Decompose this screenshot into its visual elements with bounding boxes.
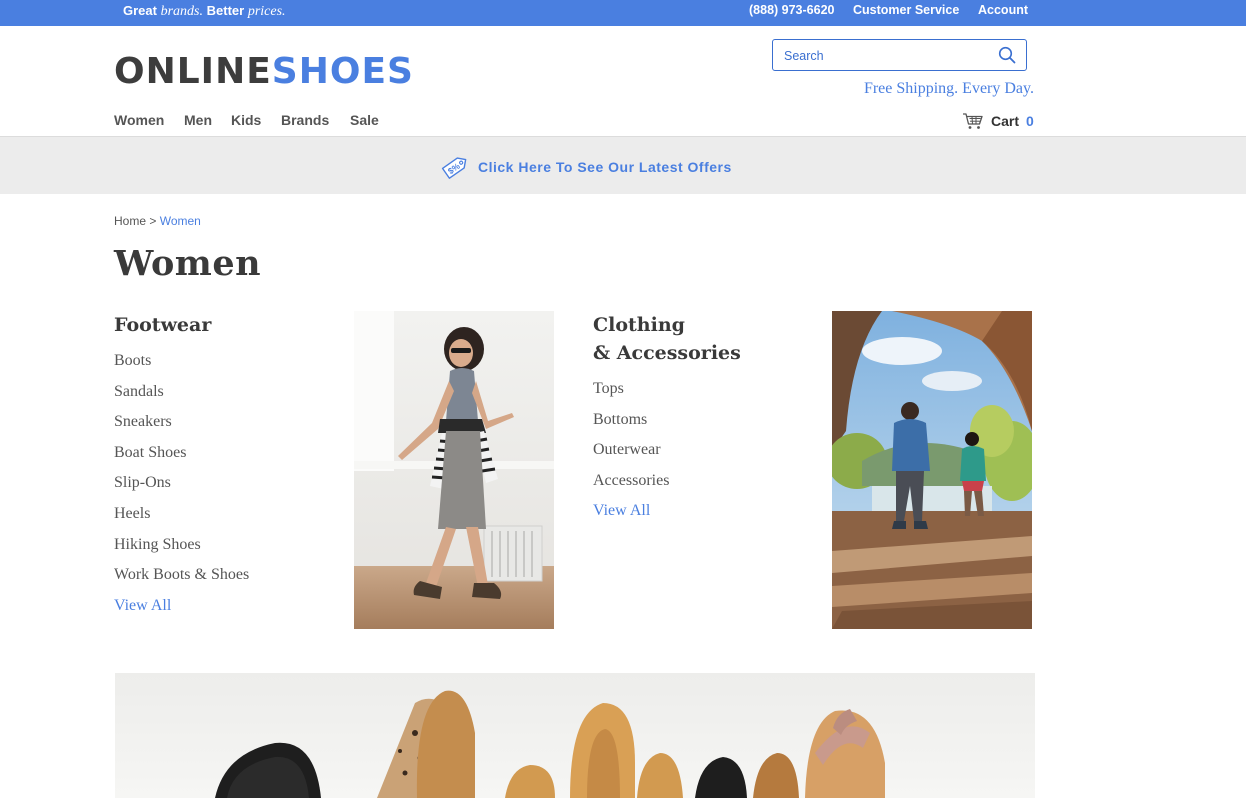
tagline: Great brands. Better prices. (123, 3, 286, 20)
footwear-link-sneakers[interactable]: Sneakers (114, 413, 172, 431)
nav-kids[interactable]: Kids (231, 112, 261, 128)
price-tag-icon: $% (438, 152, 472, 187)
breadcrumb: Home > Women (114, 214, 201, 228)
search-box[interactable] (772, 39, 1027, 71)
logo-part-online: ONLINE (114, 51, 272, 92)
cart-label: Cart (991, 113, 1020, 129)
footwear-link-slip-ons[interactable]: Slip-Ons (114, 474, 171, 492)
clothing-link-tops[interactable]: Tops (593, 380, 624, 398)
breadcrumb-current[interactable]: Women (160, 214, 201, 228)
footwear-link-boots[interactable]: Boots (114, 352, 151, 370)
tagline-great: Great (123, 3, 157, 18)
latest-offers-text: Click Here To See Our Latest Offers (478, 159, 732, 175)
nav-brands[interactable]: Brands (281, 112, 329, 128)
customer-service-link[interactable]: Customer Service (853, 3, 959, 17)
top-bar: Great brands. Better prices. (888) 973-6… (0, 0, 1246, 26)
breadcrumb-separator: > (149, 214, 157, 228)
footwear-link-hiking-shoes[interactable]: Hiking Shoes (114, 536, 201, 554)
cart-icon (962, 112, 984, 135)
breadcrumb-home[interactable]: Home (114, 214, 146, 228)
clothing-heading: Clothing & Accessories (593, 311, 741, 367)
tagline-prices: prices. (247, 4, 286, 19)
nav-men[interactable]: Men (184, 112, 212, 128)
clothing-view-all-link[interactable]: View All (593, 502, 650, 520)
account-link[interactable]: Account (978, 3, 1028, 17)
footwear-link-work-boots[interactable]: Work Boots & Shoes (114, 566, 249, 584)
footwear-heading: Footwear (114, 314, 212, 336)
footwear-link-boat-shoes[interactable]: Boat Shoes (114, 444, 186, 462)
sandals-banner[interactable] (115, 673, 1035, 798)
footwear-view-all-link[interactable]: View All (114, 597, 171, 615)
women-clothing-photo[interactable] (832, 311, 1032, 629)
footwear-link-heels[interactable]: Heels (114, 505, 150, 523)
offer-strip: $% Click Here To See Our Latest Offers (0, 136, 1246, 194)
page-title: Women (114, 243, 262, 284)
search-input[interactable] (782, 46, 986, 66)
logo-part-shoes: SHOES (271, 51, 414, 92)
tagline-brands: brands. (160, 4, 203, 19)
tagline-better: Better (206, 3, 245, 18)
nav-sale[interactable]: Sale (350, 112, 379, 128)
clothing-link-outerwear[interactable]: Outerwear (593, 441, 661, 459)
free-shipping-text: Free Shipping. Every Day. (863, 80, 1034, 97)
footwear-link-sandals[interactable]: Sandals (114, 383, 164, 401)
search-icon[interactable] (998, 46, 1016, 64)
clothing-heading-line1: Clothing (593, 314, 685, 336)
nav-women[interactable]: Women (114, 112, 164, 128)
clothing-link-bottoms[interactable]: Bottoms (593, 411, 647, 429)
phone-link[interactable]: (888) 973-6620 (749, 3, 834, 17)
clothing-link-accessories[interactable]: Accessories (593, 472, 669, 490)
site-logo[interactable]: ONLINESHOES (114, 52, 414, 92)
women-footwear-photo[interactable] (354, 311, 554, 629)
clothing-heading-line2: & Accessories (593, 342, 741, 364)
cart-count: 0 (1026, 113, 1034, 129)
